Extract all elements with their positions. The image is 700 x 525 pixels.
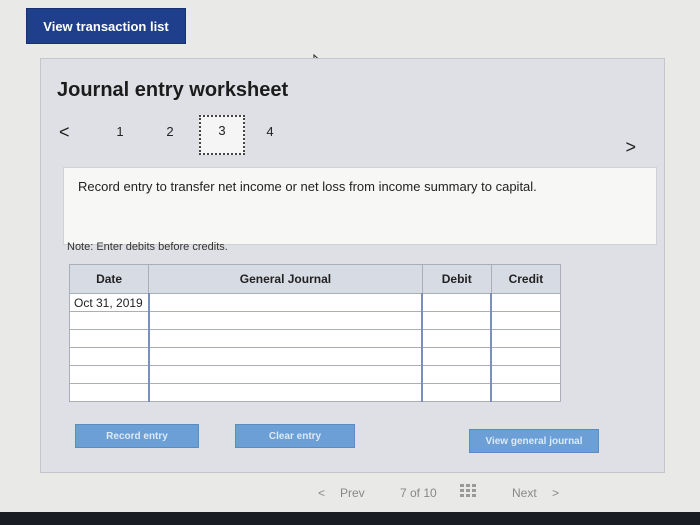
journal-table: Date General Journal Debit Credit Oct 31…	[68, 264, 562, 402]
journal-entry-panel: Journal entry worksheet < 1 2 3 4 > Reco…	[40, 58, 665, 473]
prev-icon[interactable]: <	[318, 486, 325, 500]
account-input[interactable]	[147, 365, 423, 384]
date-cell[interactable]	[68, 365, 150, 384]
debit-input[interactable]	[421, 311, 492, 330]
account-input[interactable]	[147, 329, 423, 348]
account-input[interactable]	[147, 311, 423, 330]
account-input[interactable]	[147, 293, 423, 312]
date-cell[interactable]	[68, 383, 150, 402]
taskbar	[0, 512, 700, 525]
prev-button[interactable]: Prev	[340, 486, 365, 500]
table-row	[68, 329, 562, 348]
tab-entry-3[interactable]: 3	[199, 115, 245, 155]
credit-input[interactable]	[490, 365, 562, 384]
record-entry-button[interactable]: Record entry	[75, 424, 199, 448]
note-text: Note: Enter debits before credits.	[67, 241, 228, 253]
credit-input[interactable]	[490, 383, 562, 402]
grid-icon[interactable]	[460, 484, 476, 498]
page-position: 7 of 10	[400, 486, 437, 500]
date-cell[interactable]	[68, 347, 150, 366]
view-transaction-list-button[interactable]: View transaction list	[26, 8, 186, 44]
next-icon[interactable]: >	[552, 486, 559, 500]
entry-instruction: Record entry to transfer net income or n…	[63, 167, 657, 245]
tab-entry-4[interactable]: 4	[255, 117, 285, 147]
debit-input[interactable]	[421, 365, 492, 384]
credit-input[interactable]	[490, 329, 562, 348]
credit-input[interactable]	[490, 293, 562, 312]
debit-input[interactable]	[421, 347, 492, 366]
debit-input[interactable]	[421, 329, 492, 348]
debit-input[interactable]	[421, 383, 492, 402]
table-row: Oct 31, 2019	[68, 293, 562, 312]
account-input[interactable]	[147, 347, 423, 366]
column-header-debit: Debit	[421, 264, 492, 294]
table-row	[68, 365, 562, 384]
table-row	[68, 311, 562, 330]
date-cell[interactable]	[68, 311, 150, 330]
table-row	[68, 383, 562, 402]
credit-input[interactable]	[490, 347, 562, 366]
next-button[interactable]: Next	[512, 486, 537, 500]
date-cell[interactable]: Oct 31, 2019	[68, 293, 150, 312]
table-row	[68, 347, 562, 366]
page-title: Journal entry worksheet	[57, 79, 289, 101]
clear-entry-button[interactable]: Clear entry	[235, 424, 355, 448]
credit-input[interactable]	[490, 311, 562, 330]
view-general-journal-button[interactable]: View general journal	[469, 429, 599, 453]
debit-input[interactable]	[421, 293, 492, 312]
prev-entry-arrow-icon[interactable]: <	[59, 117, 70, 147]
account-input[interactable]	[147, 383, 423, 402]
next-entry-arrow-icon[interactable]: >	[625, 137, 636, 158]
tab-entry-1[interactable]: 1	[105, 117, 135, 147]
date-cell[interactable]	[68, 329, 150, 348]
column-header-general-journal: General Journal	[148, 264, 423, 294]
column-header-date: Date	[68, 264, 150, 294]
tab-entry-2[interactable]: 2	[155, 117, 185, 147]
column-header-credit: Credit	[490, 264, 562, 294]
